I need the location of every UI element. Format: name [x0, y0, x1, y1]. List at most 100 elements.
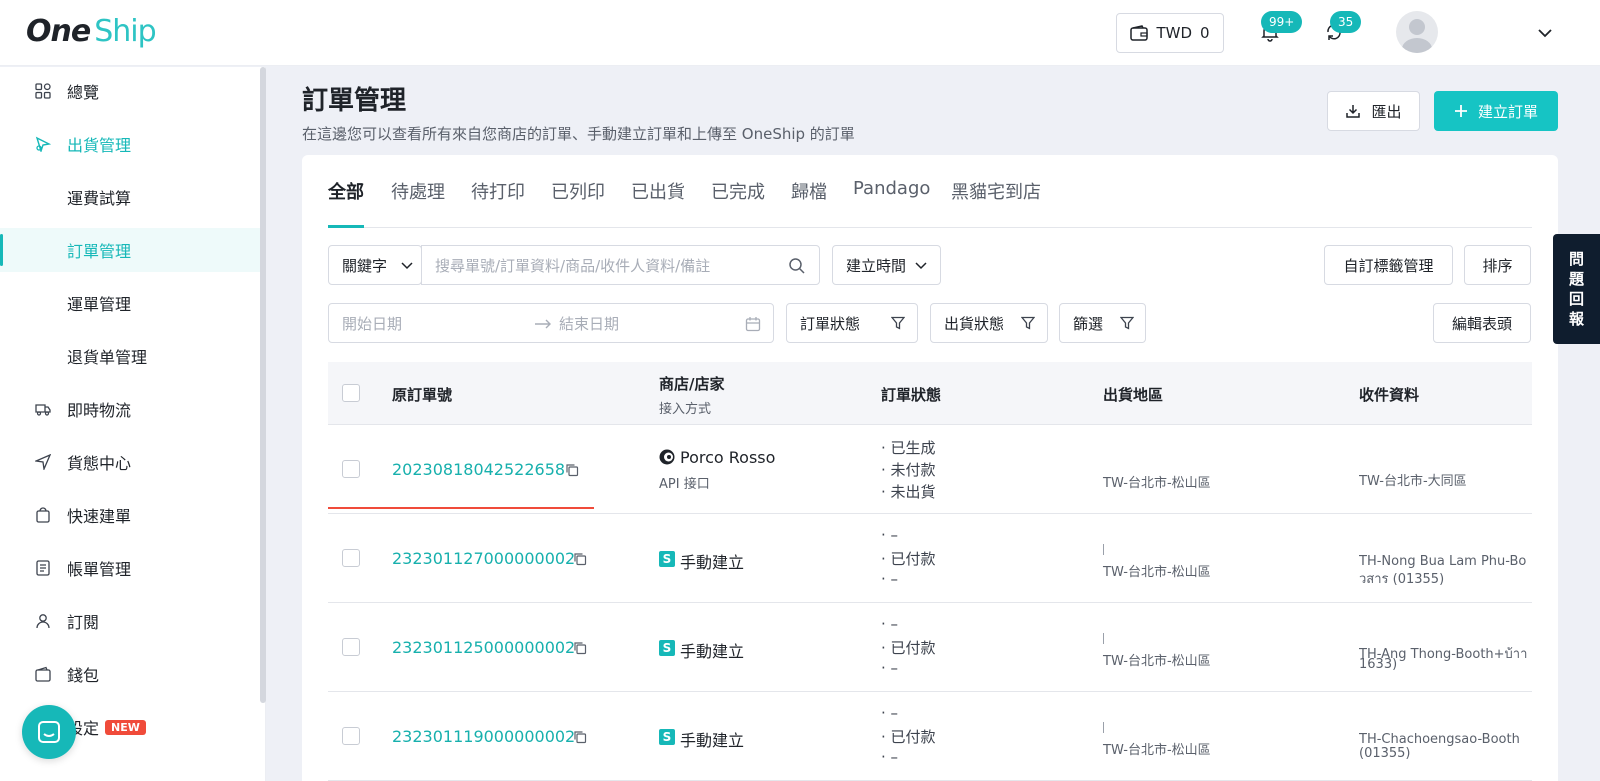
export-button[interactable]: 匯出 [1327, 91, 1420, 131]
shipping-icon [35, 136, 51, 152]
feedback-char: 題 [1568, 270, 1584, 288]
col-receiver[interactable]: 收件資料 [1359, 384, 1419, 405]
order-number-link[interactable]: 232301119000000002 [392, 727, 575, 746]
tab-archived[interactable]: 歸檔 [791, 178, 827, 204]
sidebar-item-returns-management[interactable]: 退貨单管理 [0, 334, 260, 378]
table-row[interactable]: 232301125000000002 S 手動建立 · – · 已付款 · – … [328, 603, 1532, 692]
sidebar-item-instant-delivery[interactable]: 即時物流 [0, 387, 260, 431]
ship-region: TW-台北市-松山區 [1103, 476, 1211, 491]
date-range-picker[interactable]: 開始日期 結束日期 [328, 303, 774, 343]
status-line: · 已付款 [881, 550, 936, 568]
currency-label: TWD [1156, 24, 1192, 42]
tab-all[interactable]: 全部 [328, 178, 364, 204]
chevron-down-icon[interactable] [1537, 25, 1553, 41]
feedback-char: 報 [1568, 310, 1584, 328]
create-order-button[interactable]: 建立訂單 [1434, 91, 1558, 131]
sidebar-item-shipping-calculator[interactable]: 運費試算 [0, 175, 260, 219]
sidebar-item-subscription[interactable]: 訂閱 [0, 599, 260, 643]
sidebar-item-quick-order[interactable]: 快速建單 [0, 493, 260, 537]
edit-columns-button[interactable]: 編輯表頭 [1433, 303, 1531, 343]
copy-icon[interactable] [573, 730, 587, 744]
row-checkbox[interactable] [342, 460, 360, 478]
receiver-info: TH-Nong Bua Lam Phu-Bo [1359, 554, 1527, 569]
chevron-down-icon [401, 262, 413, 270]
sidebar-item-overview[interactable]: 總覽 [0, 69, 260, 113]
sidebar-item-billing[interactable]: 帳單管理 [0, 546, 260, 590]
tab-pending[interactable]: 待處理 [391, 178, 445, 204]
search-icon[interactable] [788, 257, 806, 275]
filter-button[interactable]: 篩選 [1059, 303, 1146, 343]
user-icon [36, 614, 50, 629]
custom-tags-button[interactable]: 自訂標籤管理 [1324, 245, 1453, 285]
new-badge: NEW [105, 719, 146, 735]
sidebar-item-label: 出貨管理 [67, 136, 132, 155]
tab-shipped[interactable]: 已出貨 [631, 178, 685, 204]
row-checkbox[interactable] [342, 638, 360, 656]
receiver-info-line2: 1633) [1359, 657, 1398, 672]
shop-name: 手動建立 [680, 731, 745, 750]
col-order-status[interactable]: 訂單狀態 [881, 384, 941, 405]
wallet-balance-button[interactable]: TWD 0 [1116, 13, 1224, 53]
order-status-filter[interactable]: 訂單狀態 [786, 303, 918, 343]
order-number-link[interactable]: 20230818042522658 [392, 460, 565, 479]
active-tab-indicator [328, 225, 364, 228]
sidebar-item-label: 運費試算 [67, 189, 132, 208]
col-order-no[interactable]: 原訂單號 [392, 384, 452, 405]
row-checkbox[interactable] [342, 727, 360, 745]
time-type-select[interactable]: 建立時間 [832, 245, 941, 285]
sidebar-scrollbar[interactable] [260, 67, 266, 703]
table-row[interactable]: 20230818042522658 Porco Rosso API 接口 · 已… [328, 425, 1532, 514]
empty-value-mark [1103, 544, 1104, 555]
calendar-icon [745, 317, 761, 332]
copy-icon[interactable] [573, 552, 587, 566]
table-row[interactable]: 232301119000000002 S 手動建立 · – · 已付款 · – … [328, 692, 1532, 781]
sort-label: 排序 [1482, 256, 1513, 275]
order-number-link[interactable]: 232301127000000002 [392, 549, 575, 568]
copy-icon[interactable] [565, 463, 579, 477]
filter-icon [891, 316, 905, 330]
select-all-checkbox[interactable] [342, 384, 360, 402]
chat-support-button[interactable] [22, 705, 76, 759]
feedback-tab[interactable]: 問 題 回 報 [1553, 234, 1600, 344]
col-shop[interactable]: 商店/店家 [659, 373, 724, 394]
col-region[interactable]: 出貨地區 [1103, 384, 1163, 405]
row-checkbox[interactable] [342, 549, 360, 567]
shipping-status-filter[interactable]: 出貨狀態 [930, 303, 1048, 343]
wallet-icon [1130, 25, 1149, 41]
shopline-icon: S [659, 640, 675, 656]
shopline-icon: S [659, 729, 675, 745]
ship-region: TW-台北市-松山區 [1103, 743, 1211, 758]
dashboard-icon [35, 83, 51, 99]
delivery-icon [35, 404, 51, 416]
table-row[interactable]: 232301127000000002 S 手動建立 · – · 已付款 · – … [328, 514, 1532, 603]
sidebar-item-tracking-center[interactable]: 貨態中心 [0, 440, 260, 484]
keyword-select[interactable]: 關鍵字 [328, 245, 422, 285]
sidebar-item-shipping[interactable]: 出貨管理 [0, 122, 260, 166]
sidebar-item-label: 退貨单管理 [67, 348, 148, 367]
shop-name: 手動建立 [680, 553, 745, 572]
filter-icon [1021, 316, 1035, 330]
tab-pandago[interactable]: Pandago [853, 178, 930, 199]
end-date-placeholder[interactable]: 結束日期 [559, 313, 619, 334]
sidebar-item-order-management[interactable]: 訂單管理 [0, 228, 260, 272]
start-date-placeholder[interactable]: 開始日期 [342, 313, 402, 334]
porco-rosso-logo-icon [659, 449, 675, 465]
filter-button-label: 篩選 [1073, 314, 1104, 333]
sort-button[interactable]: 排序 [1464, 245, 1531, 285]
oneship-logo[interactable]: One Ship [26, 14, 157, 49]
sidebar-item-waybill-management[interactable]: 運單管理 [0, 281, 260, 325]
tab-completed[interactable]: 已完成 [711, 178, 765, 204]
chevron-down-icon [915, 262, 927, 270]
tab-black-cat[interactable]: 黑貓宅到店 [951, 178, 1041, 204]
sidebar-item-label: 即時物流 [67, 401, 132, 420]
sidebar-item-wallet[interactable]: 錢包 [0, 652, 260, 696]
copy-icon[interactable] [573, 641, 587, 655]
search-input[interactable]: 搜尋單號/訂單資料/商品/收件人資料/備註 [421, 245, 820, 285]
tab-to-print[interactable]: 待打印 [471, 178, 525, 204]
status-line: · – [881, 526, 899, 544]
tab-printed[interactable]: 已列印 [551, 178, 605, 204]
user-avatar[interactable] [1396, 11, 1438, 53]
feedback-char: 回 [1568, 290, 1584, 308]
navigation-icon [35, 454, 51, 470]
order-number-link[interactable]: 232301125000000002 [392, 638, 575, 657]
